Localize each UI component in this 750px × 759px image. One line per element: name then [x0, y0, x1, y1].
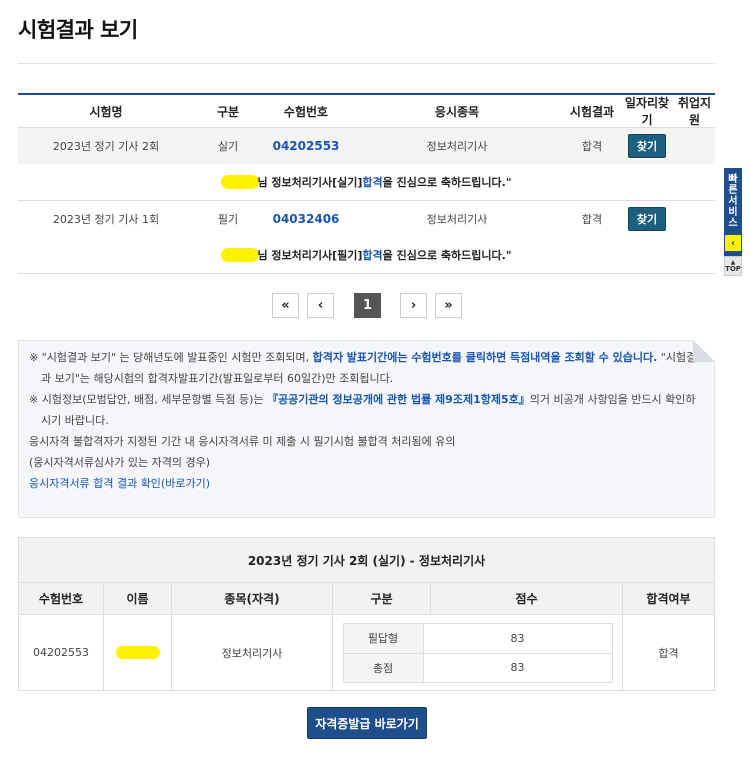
- exam-subject: 정보처리기사: [426, 140, 488, 153]
- col-category: 구분: [333, 583, 431, 614]
- pagination: « ‹ 1 › »: [272, 293, 462, 318]
- notice-marker: ※: [29, 393, 39, 406]
- quick-label-char: 비: [728, 207, 738, 218]
- col-subject: 종목(자격): [172, 583, 333, 614]
- detail-name: [104, 615, 172, 690]
- page-title: 시험결과 보기: [18, 18, 138, 42]
- results-table: 시험명 구분 수험번호 응시종목 시험결과 일자리찾기 취업지원 2023년 정…: [18, 93, 715, 274]
- detail-row: 04202553 정보처리기사 필답형 83 총점 83 합격: [19, 615, 714, 690]
- exam-result: 합격: [581, 213, 603, 226]
- exam-type: 필기: [217, 213, 239, 226]
- exam-name: 2023년 정기 기사 1회: [52, 213, 160, 226]
- exam-result: 합격: [581, 140, 603, 153]
- quick-label-char: 서: [728, 196, 738, 207]
- certificate-issue-button[interactable]: 자격증발급 바로가기: [307, 707, 427, 739]
- exam-number-link[interactable]: 04202553: [273, 139, 340, 153]
- congrats-text-post: 을 진심으로 축하드립니다.": [382, 176, 512, 189]
- notice-marker: ※: [29, 351, 39, 364]
- col-type: 구분: [216, 104, 240, 119]
- col-name: 이름: [104, 583, 172, 614]
- quick-label-char: 스: [728, 218, 738, 229]
- top-label: TOP: [725, 265, 741, 273]
- table-row: 2023년 정기 기사 1회 필기 04032406 정보처리기사 합격 찾기: [18, 201, 715, 237]
- detail-subject: 정보처리기사: [172, 615, 333, 690]
- score-grid: 필답형 83 총점 83: [342, 622, 613, 683]
- score-row: 총점 83: [343, 652, 612, 682]
- notice-item-2: ※ 시험정보(모범답안, 배점, 세부문항별 득점 등)는 『공공기관의 정보공…: [29, 389, 702, 431]
- find-job-button[interactable]: 찾기: [627, 207, 667, 231]
- notice-text: "시험결과 보기" 는 당해년도에 발표중인 시험만 조회되며,: [41, 351, 313, 364]
- congrats-pass: 합격: [362, 249, 383, 262]
- redacted-name: [221, 175, 260, 189]
- first-page-button[interactable]: «: [272, 293, 299, 318]
- exam-number-link[interactable]: 04032406: [273, 212, 340, 226]
- prev-page-button[interactable]: ‹: [307, 293, 334, 318]
- congrats-text-post: 을 진심으로 축하드립니다.": [382, 249, 512, 262]
- redacted-name: [221, 248, 260, 262]
- score-row: 필답형 83: [343, 623, 612, 653]
- col-job-search: 일자리찾기: [624, 96, 670, 127]
- detail-pass: 합격: [658, 646, 679, 660]
- notice-text: 시험정보(모범답안, 배점, 세부문항별 득점 등)는: [41, 393, 268, 406]
- exam-name: 2023년 정기 기사 2회: [52, 140, 160, 153]
- results-header-row: 시험명 구분 수험번호 응시종목 시험결과 일자리찾기 취업지원: [18, 95, 715, 128]
- score-label: 총점: [343, 653, 424, 682]
- score-value: 83: [510, 631, 525, 645]
- exam-type: 실기: [217, 140, 239, 153]
- col-pass: 합격여부: [646, 592, 691, 606]
- notice-line-4: (응시자격서류심사가 있는 자격의 경우): [29, 456, 210, 469]
- congrats-pass: 합격: [362, 176, 383, 189]
- scroll-top-button[interactable]: ▲ TOP: [724, 256, 742, 276]
- qualification-result-link[interactable]: 응시자격서류 합격 결과 확인(바로가기): [29, 473, 702, 494]
- score-detail-table: 2023년 정기 기사 2회 (실기) - 정보처리기사 수험번호 이름 종목(…: [18, 537, 715, 691]
- congrats-text-pre: 님 정보처리기사[필기]: [257, 249, 363, 262]
- score-breakdown: 필답형 83 총점 83: [333, 615, 623, 690]
- notice-law-link[interactable]: 『공공기관의 정보공개에 관한 법률 제9조제1항제5호』: [267, 393, 530, 406]
- exam-subject: 정보처리기사: [426, 213, 488, 226]
- title-divider: [18, 63, 715, 64]
- chevron-left-icon[interactable]: ‹: [725, 235, 741, 251]
- col-employment: 취업지원: [677, 96, 712, 127]
- notice-highlight: 합격자 발표기간에는 수험번호를 클릭하면 득점내역을 조회할 수 있습니다.: [312, 351, 658, 364]
- notice-item-1: ※ "시험결과 보기" 는 당해년도에 발표중인 시험만 조회되며, 합격자 발…: [29, 347, 702, 389]
- find-job-button[interactable]: 찾기: [627, 134, 667, 158]
- score-value: 83: [510, 661, 525, 674]
- congrats-text-pre: 님 정보처리기사[실기]: [257, 176, 363, 189]
- quick-service-bar[interactable]: 빠 른 서 비 스 ‹: [724, 168, 742, 256]
- quick-label-char: 빠: [728, 174, 738, 185]
- score-label: 필답형: [343, 623, 424, 653]
- col-number: 수험번호: [283, 104, 329, 119]
- congrats-message: 님 정보처리기사[필기] 합격 을 진심으로 축하드립니다.": [18, 237, 715, 274]
- col-score: 점수: [431, 583, 623, 614]
- detail-title: 2023년 정기 기사 2회 (실기) - 정보처리기사: [19, 538, 714, 583]
- table-row: 2023년 정기 기사 2회 실기 04202553 정보처리기사 합격 찾기: [18, 128, 715, 164]
- notice-box: ※ "시험결과 보기" 는 당해년도에 발표중인 시험만 조회되며, 합격자 발…: [18, 340, 715, 518]
- col-subject: 응시종목: [434, 104, 480, 119]
- col-number: 수험번호: [19, 583, 104, 614]
- congrats-message: 님 정보처리기사[실기] 합격 을 진심으로 축하드립니다.": [18, 164, 715, 201]
- page-fold-icon: [693, 340, 715, 362]
- detail-header-row: 수험번호 이름 종목(자격) 구분 점수 합격여부: [19, 583, 714, 615]
- last-page-button[interactable]: »: [435, 293, 462, 318]
- quick-label-char: 른: [728, 185, 738, 196]
- detail-number: 04202553: [19, 615, 104, 690]
- page-1-button[interactable]: 1: [354, 293, 381, 318]
- redacted-name: [115, 646, 160, 659]
- col-exam-name: 시험명: [89, 104, 123, 119]
- col-result: 시험결과: [569, 104, 615, 119]
- notice-line-3: 응시자격 불합격자가 지정된 기간 내 응시자격서류 미 제출 시 필기시험 불…: [29, 435, 456, 448]
- next-page-button[interactable]: ›: [400, 293, 427, 318]
